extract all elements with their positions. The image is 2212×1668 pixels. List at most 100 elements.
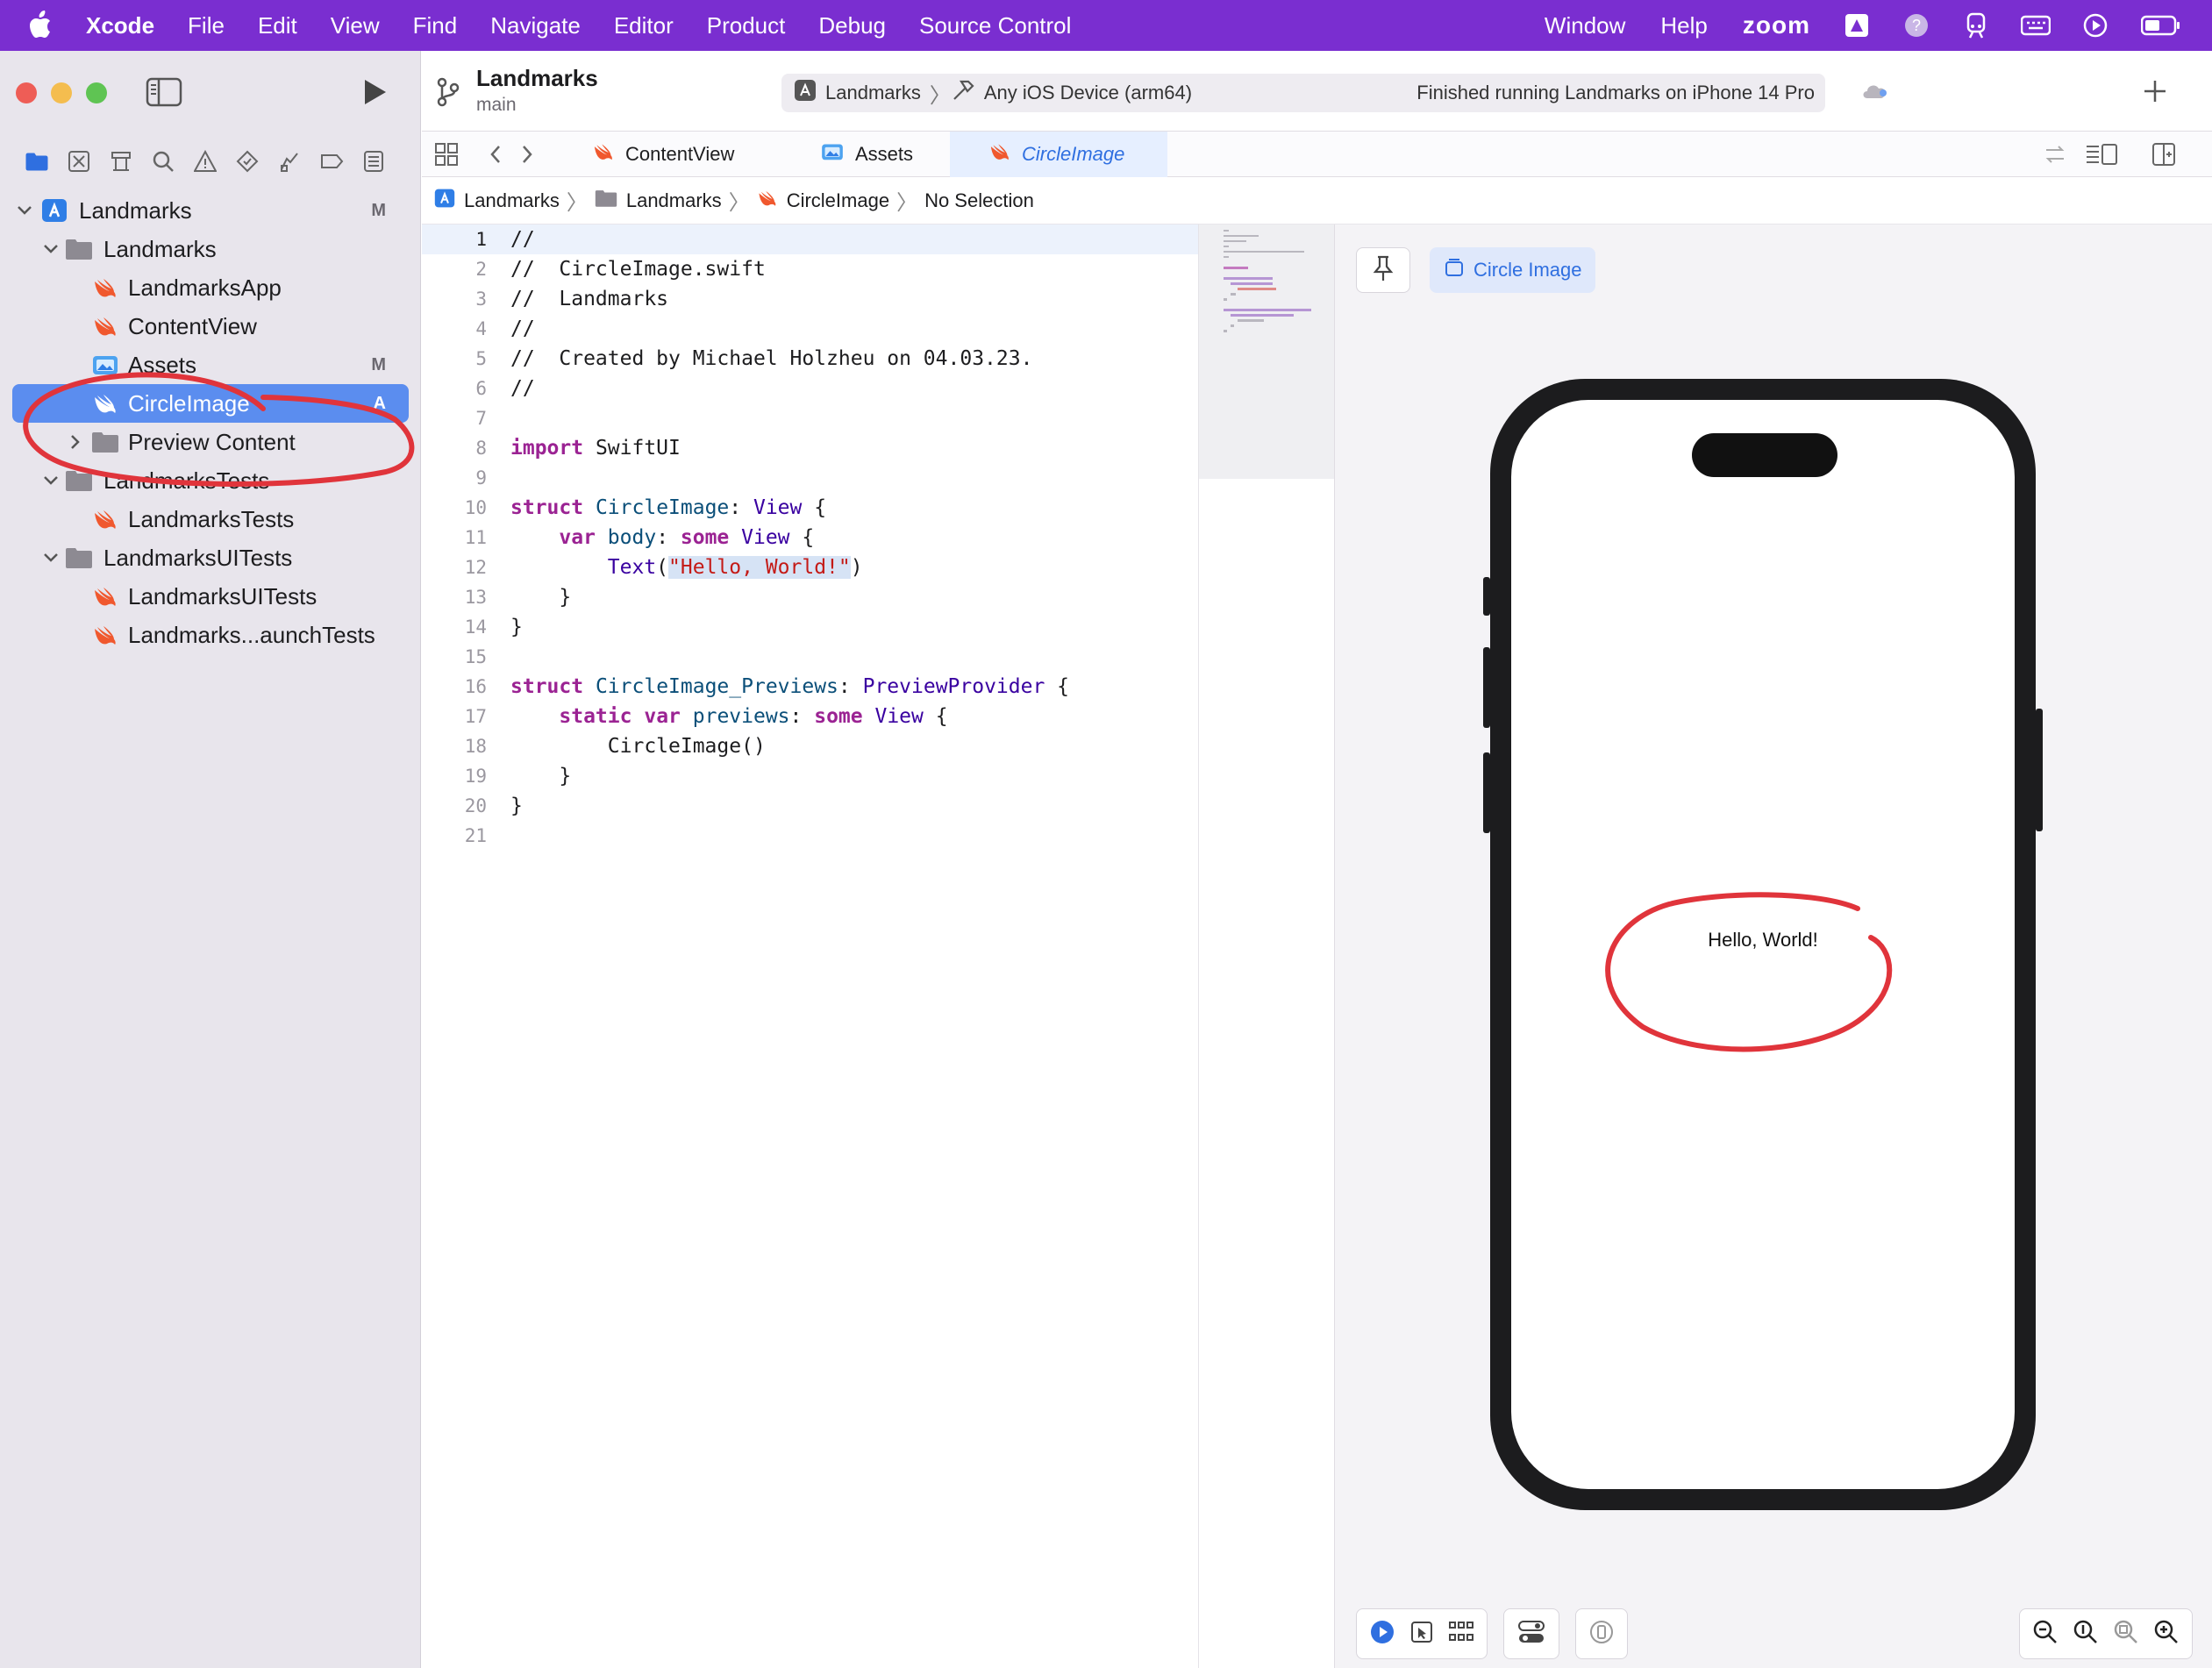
- code-line[interactable]: 5 // Created by Michael Holzheu on 04.03.…: [422, 344, 1198, 374]
- tree-item-group[interactable]: Landmarks: [0, 230, 421, 268]
- help-badge-icon[interactable]: ?: [1902, 11, 1931, 40]
- editor-options-icon[interactable]: [2085, 142, 2120, 171]
- zoom-window-button[interactable]: [86, 82, 107, 103]
- code-line[interactable]: 8 import SwiftUI: [422, 433, 1198, 463]
- chevron-down-icon[interactable]: [16, 202, 33, 219]
- symbol-navigator-icon[interactable]: [109, 149, 133, 174]
- code-line[interactable]: 3 // Landmarks: [422, 284, 1198, 314]
- forward-icon[interactable]: [520, 144, 534, 169]
- report-navigator-icon[interactable]: [361, 149, 386, 174]
- tree-item-file[interactable]: ContentView: [0, 307, 421, 346]
- code-line[interactable]: 21: [422, 821, 1198, 851]
- zoom-menu-extra[interactable]: zoom: [1743, 11, 1810, 39]
- device-screen[interactable]: Hello, World!: [1511, 400, 2015, 1489]
- tab-contentview[interactable]: ContentView: [553, 132, 760, 177]
- code-line[interactable]: 16 struct CircleImage_Previews: PreviewPr…: [422, 672, 1198, 702]
- keyboard-icon[interactable]: [2021, 11, 2051, 40]
- project-title[interactable]: Landmarks: [476, 65, 598, 92]
- code-line[interactable]: 9: [422, 463, 1198, 493]
- swap-icon[interactable]: [2043, 142, 2067, 171]
- live-preview-button[interactable]: [1369, 1619, 1395, 1650]
- scheme-selector[interactable]: Landmarks 〉: [794, 78, 951, 109]
- grid-icon[interactable]: [434, 142, 459, 171]
- code-line[interactable]: 13 }: [422, 582, 1198, 612]
- issue-navigator-icon[interactable]: [193, 149, 218, 174]
- menu-window[interactable]: Window: [1545, 12, 1625, 39]
- zoom-fit-icon[interactable]: [2113, 1619, 2139, 1650]
- pin-preview-button[interactable]: [1356, 247, 1410, 293]
- run-button[interactable]: [361, 77, 388, 111]
- cloud-icon[interactable]: [1860, 81, 1890, 106]
- code-line[interactable]: 11 var body: some View {: [422, 523, 1198, 552]
- menu-editor[interactable]: Editor: [614, 12, 674, 39]
- code-line[interactable]: 12 Text("Hello, World!"): [422, 552, 1198, 582]
- chevron-down-icon[interactable]: [42, 549, 60, 567]
- find-navigator-icon[interactable]: [151, 149, 175, 174]
- tree-item-group[interactable]: LandmarksTests: [0, 461, 421, 500]
- tree-item-file[interactable]: Landmarks...aunchTests: [0, 616, 421, 654]
- selectable-mode-button[interactable]: [1409, 1620, 1434, 1649]
- preview-selector-chip[interactable]: Circle Image: [1430, 247, 1596, 293]
- breadcrumb-project[interactable]: Landmarks: [434, 188, 560, 214]
- tree-item-group[interactable]: Preview Content: [0, 423, 421, 461]
- chevron-down-icon[interactable]: [42, 472, 60, 489]
- train-icon[interactable]: [1961, 11, 1991, 40]
- menu-debug[interactable]: Debug: [818, 12, 886, 39]
- menu-navigate[interactable]: Navigate: [490, 12, 581, 39]
- code-line[interactable]: 19 }: [422, 761, 1198, 791]
- debug-navigator-icon[interactable]: [277, 149, 302, 174]
- close-window-button[interactable]: [16, 82, 37, 103]
- menu-app[interactable]: Xcode: [86, 12, 154, 39]
- add-icon[interactable]: [2141, 77, 2169, 110]
- tree-item-file-selected[interactable]: CircleImage A: [12, 384, 409, 423]
- menu-edit[interactable]: Edit: [258, 12, 297, 39]
- code-line[interactable]: 14}: [422, 612, 1198, 642]
- menu-view[interactable]: View: [331, 12, 380, 39]
- tab-circleimage[interactable]: CircleImage: [950, 132, 1167, 177]
- code-line[interactable]: 6//: [422, 374, 1198, 403]
- code-line[interactable]: 18 CircleImage(): [422, 731, 1198, 761]
- folder-navigator-icon[interactable]: [25, 149, 49, 174]
- chevron-down-icon[interactable]: [42, 240, 60, 258]
- back-icon[interactable]: [489, 144, 503, 169]
- test-navigator-icon[interactable]: [235, 149, 260, 174]
- menu-help[interactable]: Help: [1660, 12, 1707, 39]
- notch-app-icon[interactable]: [1842, 11, 1872, 40]
- tree-item-file[interactable]: Assets M: [0, 346, 421, 384]
- menu-source-control[interactable]: Source Control: [919, 12, 1071, 39]
- zoom-actual-size-icon[interactable]: [2073, 1619, 2099, 1650]
- minimap[interactable]: [1198, 225, 1334, 1668]
- apple-menu-icon[interactable]: [26, 11, 68, 40]
- tree-item-file[interactable]: LandmarksTests: [0, 500, 421, 538]
- device-settings-button[interactable]: [1503, 1608, 1559, 1659]
- menu-find[interactable]: Find: [413, 12, 458, 39]
- breadcrumb-group[interactable]: Landmarks: [595, 189, 722, 213]
- code-line[interactable]: 10 struct CircleImage: View {: [422, 493, 1198, 523]
- breadcrumb-selection[interactable]: No Selection: [924, 189, 1034, 212]
- variants-grid-button[interactable]: [1448, 1621, 1474, 1648]
- tree-item-project[interactable]: Landmarks M: [0, 191, 421, 230]
- tree-item-file[interactable]: LandmarksApp: [0, 268, 421, 307]
- code-line[interactable]: 1//: [422, 225, 1198, 254]
- branch-name[interactable]: main: [476, 95, 517, 116]
- code-line[interactable]: 2 // CircleImage.swift: [422, 254, 1198, 284]
- tab-assets[interactable]: Assets: [781, 132, 939, 177]
- add-editor-icon[interactable]: [2151, 142, 2176, 171]
- code-line[interactable]: 7: [422, 403, 1198, 433]
- device-selector-button[interactable]: [1575, 1608, 1628, 1659]
- code-line[interactable]: 15: [422, 642, 1198, 672]
- sidebar-toggle-icon[interactable]: [146, 77, 182, 111]
- zoom-in-icon[interactable]: [2153, 1619, 2180, 1650]
- menu-product[interactable]: Product: [707, 12, 786, 39]
- play-circle-icon[interactable]: [2080, 11, 2110, 40]
- code-line[interactable]: 4//: [422, 314, 1198, 344]
- breakpoint-navigator-icon[interactable]: [319, 149, 344, 174]
- menu-file[interactable]: File: [188, 12, 225, 39]
- code-line[interactable]: 20}: [422, 791, 1198, 821]
- tree-item-file[interactable]: LandmarksUITests: [0, 577, 421, 616]
- destination-selector[interactable]: Any iOS Device (arm64): [951, 78, 1192, 108]
- minimize-window-button[interactable]: [51, 82, 72, 103]
- zoom-out-icon[interactable]: [2032, 1619, 2059, 1650]
- breadcrumb-file[interactable]: CircleImage: [757, 189, 889, 213]
- source-editor[interactable]: 1// 2// CircleImage.swift 3// Landmarks …: [422, 225, 1198, 1668]
